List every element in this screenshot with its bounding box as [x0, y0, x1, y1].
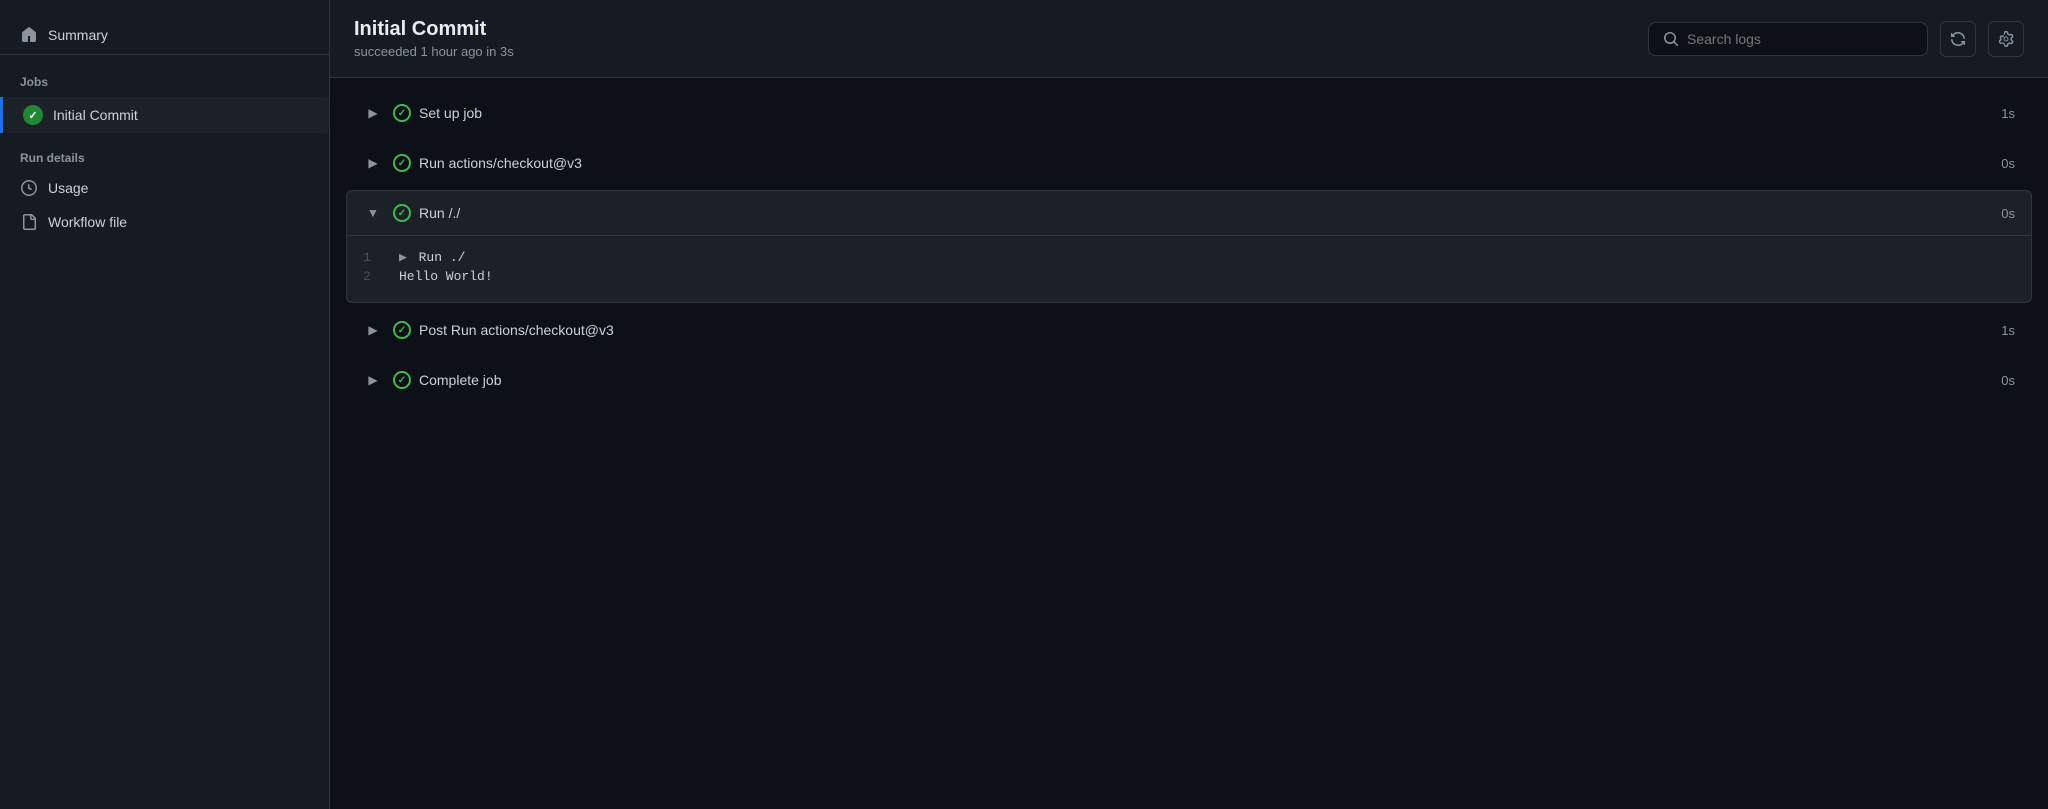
step-success-icon	[393, 321, 411, 339]
steps-list: ▶ Set up job 1s ▶ Run actions/checkout@v…	[330, 78, 2048, 809]
home-icon	[20, 26, 38, 44]
step-success-icon	[393, 204, 411, 222]
sidebar-item-summary[interactable]: Summary	[0, 16, 329, 55]
log-line-number: 1	[363, 250, 383, 265]
log-line-number: 2	[363, 269, 383, 284]
step-row-post-checkout[interactable]: ▶ Post Run actions/checkout@v3 1s	[346, 307, 2032, 353]
step-name: Run actions/checkout@v3	[419, 155, 2001, 171]
sidebar: Summary Jobs Initial Commit Run details …	[0, 0, 330, 809]
settings-button[interactable]	[1988, 21, 2024, 57]
step-duration: 0s	[2001, 373, 2015, 388]
log-line-text: Hello World!	[399, 269, 493, 284]
header-actions	[1648, 21, 2024, 57]
step-row-run-script[interactable]: ▼ Run /./ 0s	[346, 190, 2032, 236]
sidebar-summary-label: Summary	[48, 27, 108, 43]
step-duration: 0s	[2001, 156, 2015, 171]
step-name: Post Run actions/checkout@v3	[419, 322, 2001, 338]
step-duration: 1s	[2001, 106, 2015, 121]
log-line: 1 ▶ Run ./	[363, 248, 2015, 267]
chevron-down-icon: ▼	[363, 203, 383, 223]
step-log-content: 1 ▶ Run ./ 2 Hello World!	[346, 236, 2032, 303]
refresh-icon	[1950, 31, 1966, 47]
run-details-section-label: Run details	[0, 135, 329, 171]
active-job-label: Initial Commit	[53, 107, 138, 123]
header-subtitle: succeeded 1 hour ago in 3s	[354, 44, 514, 59]
log-line-text: ▶ Run ./	[399, 250, 465, 265]
gear-icon	[1998, 31, 2014, 47]
step-name: Complete job	[419, 372, 2001, 388]
step-success-icon	[393, 154, 411, 172]
sidebar-item-workflow-file[interactable]: Workflow file	[0, 205, 329, 239]
clock-icon	[20, 179, 38, 197]
workflow-icon	[20, 213, 38, 231]
search-logs-input[interactable]	[1687, 31, 1913, 47]
log-line: 2 Hello World!	[363, 267, 2015, 286]
chevron-right-icon: ▶	[363, 370, 383, 390]
step-row-setup-job[interactable]: ▶ Set up job 1s	[346, 90, 2032, 136]
sidebar-item-usage[interactable]: Usage	[0, 171, 329, 205]
chevron-right-icon: ▶	[363, 320, 383, 340]
search-logs-wrapper[interactable]	[1648, 22, 1928, 56]
main-content: Initial Commit succeeded 1 hour ago in 3…	[330, 0, 2048, 809]
step-name: Set up job	[419, 105, 2001, 121]
sidebar-item-initial-commit[interactable]: Initial Commit	[0, 97, 329, 133]
step-duration: 1s	[2001, 323, 2015, 338]
usage-label: Usage	[48, 180, 88, 196]
chevron-right-icon: ▶	[363, 103, 383, 123]
jobs-section-label: Jobs	[0, 67, 329, 95]
header-info: Initial Commit succeeded 1 hour ago in 3…	[354, 18, 514, 59]
step-row-checkout[interactable]: ▶ Run actions/checkout@v3 0s	[346, 140, 2032, 186]
refresh-button[interactable]	[1940, 21, 1976, 57]
main-header: Initial Commit succeeded 1 hour ago in 3…	[330, 0, 2048, 78]
step-name: Run /./	[419, 205, 2001, 221]
step-success-icon	[393, 371, 411, 389]
step-duration: 0s	[2001, 206, 2015, 221]
page-title: Initial Commit	[354, 18, 514, 41]
chevron-right-icon: ▶	[363, 153, 383, 173]
workflow-file-label: Workflow file	[48, 214, 127, 230]
step-success-icon	[393, 104, 411, 122]
step-row-complete-job[interactable]: ▶ Complete job 0s	[346, 357, 2032, 403]
search-icon	[1663, 31, 1679, 47]
check-circle-icon	[23, 105, 43, 125]
